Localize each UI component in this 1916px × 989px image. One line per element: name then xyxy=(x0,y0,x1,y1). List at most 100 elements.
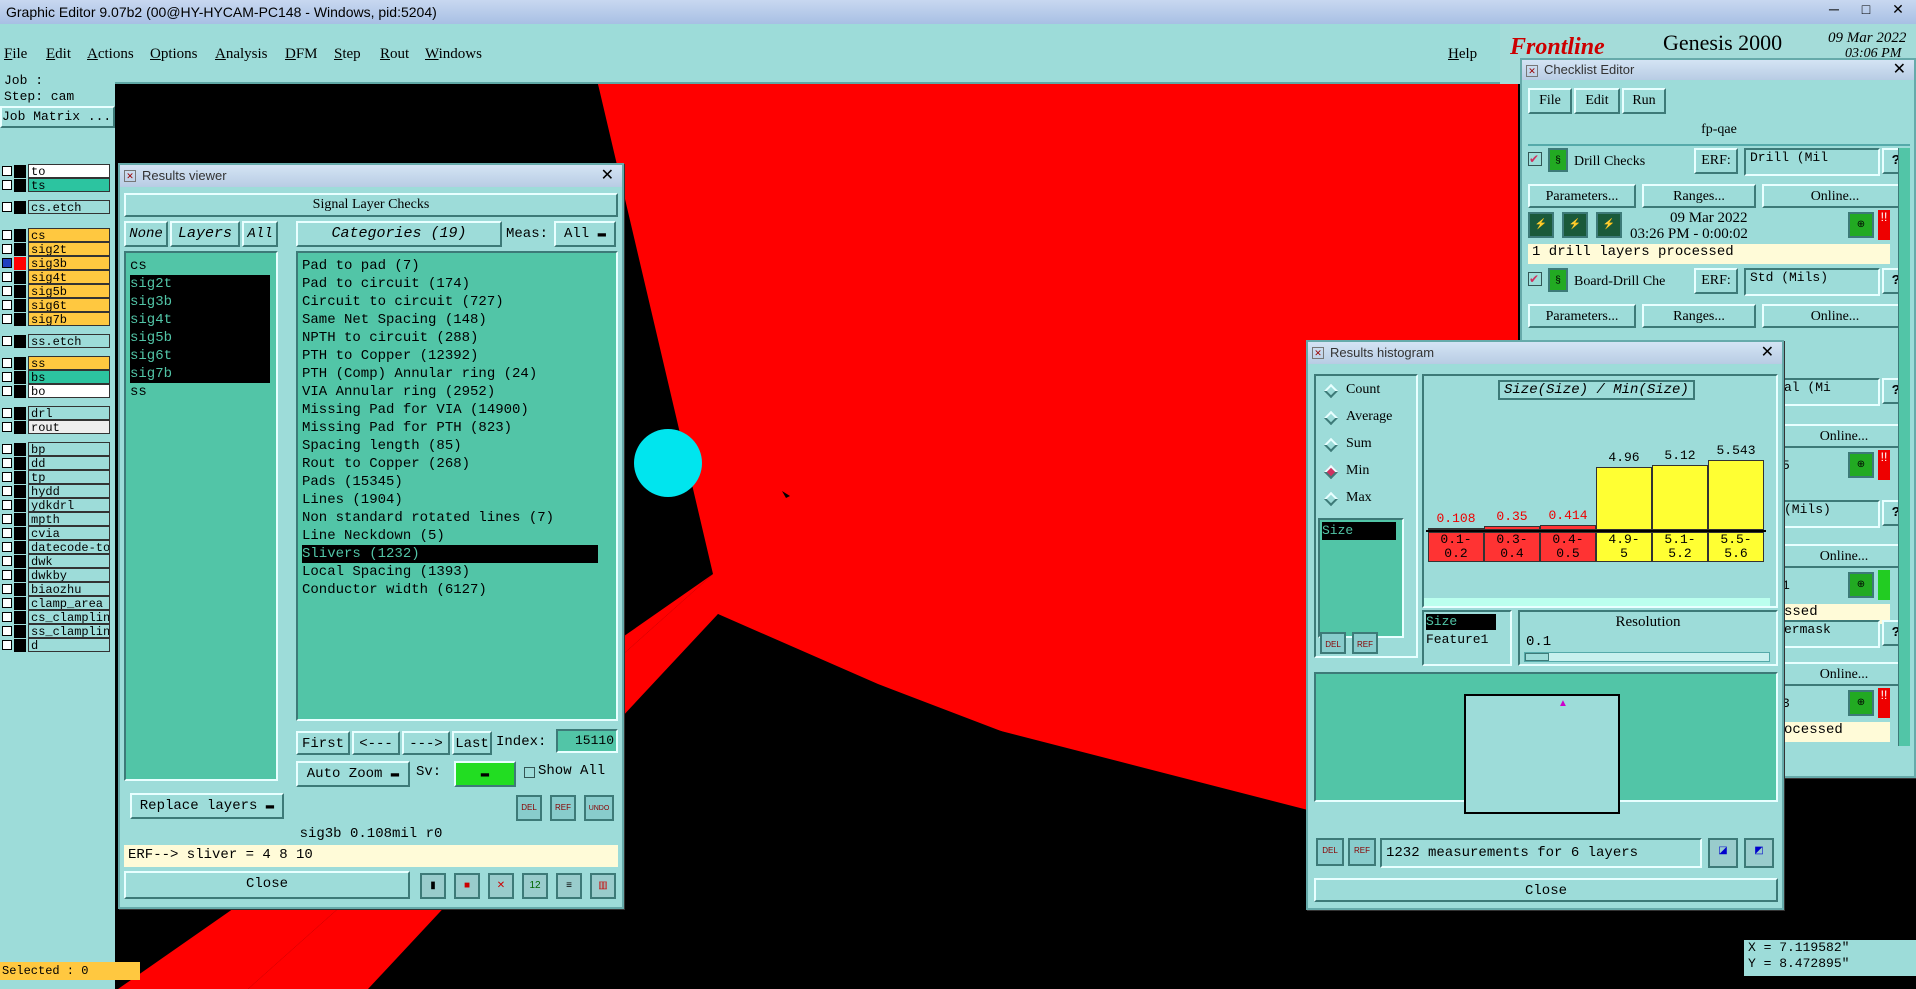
layer-row[interactable]: cs.etch xyxy=(0,200,113,215)
category-label[interactable]: 0.1- 0.2 xyxy=(1428,532,1484,562)
layer-row[interactable]: biaozhu xyxy=(0,582,113,597)
categories-list[interactable]: Pad to pad (7) Pad to circuit (174) Circui… xyxy=(296,251,618,721)
layer-color-swatch[interactable] xyxy=(14,611,26,624)
minimize-button[interactable]: ─ xyxy=(1822,0,1846,20)
layer-row[interactable]: sig4t xyxy=(0,270,113,285)
layer-name[interactable]: ss xyxy=(28,356,110,370)
layer-name[interactable]: cs_clampline xyxy=(28,610,110,624)
layer-checkbox[interactable] xyxy=(2,300,12,310)
layer-name[interactable]: sig7b xyxy=(28,312,110,326)
layer-name[interactable]: clamp_area xyxy=(28,596,110,610)
layer-row[interactable]: dd xyxy=(0,456,113,471)
layer-name[interactable]: ss_clampline xyxy=(28,624,110,638)
layer-row[interactable]: cs xyxy=(0,228,113,243)
meas-dropdown[interactable]: All ▬ xyxy=(554,221,616,247)
layer-name[interactable]: sig5b xyxy=(28,284,110,298)
menu-dfm[interactable]: DFM xyxy=(285,46,318,63)
erf-button[interactable]: ERF: xyxy=(1694,148,1738,174)
list-item[interactable]: Pad to pad (7) xyxy=(302,257,598,275)
list-item[interactable]: Circuit to circuit (727) xyxy=(302,293,598,311)
list-item[interactable]: Feature1 xyxy=(1426,632,1488,648)
layer-color-swatch[interactable] xyxy=(14,201,26,214)
layer-row[interactable]: tp xyxy=(0,470,113,485)
sum-radio[interactable] xyxy=(1323,437,1339,453)
zoom-back-icon[interactable]: ◩ xyxy=(1744,838,1774,868)
close-button[interactable]: ✕ xyxy=(1886,0,1910,20)
layer-name[interactable]: mpth xyxy=(28,512,110,526)
next-button[interactable]: ---> xyxy=(402,731,450,755)
layer-checkbox[interactable] xyxy=(2,458,12,468)
layer-color-swatch[interactable] xyxy=(14,357,26,370)
layer-checkbox[interactable] xyxy=(2,422,12,432)
layer-checkbox[interactable] xyxy=(2,640,12,650)
flag-icon[interactable]: ▮ xyxy=(420,873,446,899)
layer-row[interactable]: cs_clampline xyxy=(0,610,113,625)
min-radio[interactable] xyxy=(1323,464,1339,480)
layer-checkbox[interactable] xyxy=(2,372,12,382)
layer-color-swatch[interactable] xyxy=(14,541,26,554)
ref-icon[interactable]: REF xyxy=(1352,632,1378,654)
close-button[interactable]: Close xyxy=(1314,878,1778,902)
layer-name[interactable]: drl xyxy=(28,406,110,420)
layer-color-swatch[interactable] xyxy=(14,443,26,456)
layer-row[interactable]: sig5b xyxy=(0,284,113,299)
layer-checkbox[interactable] xyxy=(2,202,12,212)
checklist-menu-file[interactable]: File xyxy=(1528,88,1572,114)
maximize-button[interactable]: □ xyxy=(1854,0,1878,20)
layer-name[interactable]: biaozhu xyxy=(28,582,110,596)
menu-file[interactable]: File xyxy=(4,46,27,63)
list-item[interactable]: sig4t xyxy=(130,311,270,329)
erf-field[interactable]: Drill (Mil xyxy=(1744,148,1880,176)
list-item[interactable]: sig6t xyxy=(130,347,270,365)
layer-name[interactable]: sig3b xyxy=(28,256,110,270)
layer-row[interactable]: ts xyxy=(0,178,113,193)
layer-checkbox[interactable] xyxy=(2,230,12,240)
layer-color-swatch[interactable] xyxy=(14,597,26,610)
layer-color-swatch[interactable] xyxy=(14,165,26,178)
layer-row[interactable]: ss xyxy=(0,356,113,371)
erf-field[interactable]: Std (Mils) xyxy=(1744,268,1880,296)
layer-row[interactable]: bs xyxy=(0,370,113,385)
layer-checkbox[interactable] xyxy=(2,286,12,296)
measure-list[interactable]: Size xyxy=(1318,518,1404,638)
list-item[interactable]: NPTH to circuit (288) xyxy=(302,329,598,347)
menu-actions[interactable]: Actions xyxy=(87,46,134,63)
layer-color-swatch[interactable] xyxy=(14,421,26,434)
histogram-bar[interactable] xyxy=(1708,460,1764,530)
first-button[interactable]: First xyxy=(296,731,350,755)
zoom-icon[interactable]: ⊕ xyxy=(1848,690,1874,716)
list-item[interactable]: Local Spacing (1393) xyxy=(302,563,598,581)
layer-row[interactable]: datecode-to xyxy=(0,540,113,555)
layer-row[interactable]: sig7b xyxy=(0,312,113,327)
layer-name[interactable]: rout xyxy=(28,420,110,434)
layer-row[interactable]: to xyxy=(0,164,113,179)
del-icon[interactable]: DEL xyxy=(1316,838,1344,866)
menu-options[interactable]: Options xyxy=(150,46,198,63)
del-icon[interactable]: DEL xyxy=(516,795,542,821)
list-item[interactable]: Size xyxy=(1426,614,1496,630)
job-matrix-button[interactable]: Job Matrix ... xyxy=(0,106,115,128)
layer-checkbox[interactable] xyxy=(2,500,12,510)
layer-row[interactable]: ydkdrl xyxy=(0,498,113,513)
all-button[interactable]: All xyxy=(242,221,278,247)
layer-row[interactable]: sig3b xyxy=(0,256,113,271)
close-icon[interactable]: ✕ xyxy=(1893,60,1906,80)
layer-checkbox[interactable] xyxy=(2,408,12,418)
meas-items-list[interactable]: Size Feature1 xyxy=(1422,610,1512,666)
list-item[interactable]: ss xyxy=(130,383,270,401)
layer-color-swatch[interactable] xyxy=(14,499,26,512)
layer-name[interactable]: sig2t xyxy=(28,242,110,256)
layers-button[interactable]: Layers xyxy=(170,221,240,247)
category-label[interactable]: 0.3- 0.4 xyxy=(1484,532,1540,562)
menu-analysis[interactable]: Analysis xyxy=(215,46,268,63)
list-item[interactable]: Conductor width (6127) xyxy=(302,581,598,599)
layer-color-swatch[interactable] xyxy=(14,457,26,470)
layer-name[interactable]: d xyxy=(28,638,110,652)
menu-help[interactable]: Help xyxy=(1448,46,1477,63)
erf-field-partial[interactable]: al (Mi xyxy=(1780,378,1880,406)
layer-name[interactable]: sig4t xyxy=(28,270,110,284)
max-radio[interactable] xyxy=(1323,491,1339,507)
none-button[interactable]: None xyxy=(124,221,168,247)
histogram-bar[interactable] xyxy=(1596,467,1652,530)
layer-checkbox[interactable] xyxy=(2,166,12,176)
